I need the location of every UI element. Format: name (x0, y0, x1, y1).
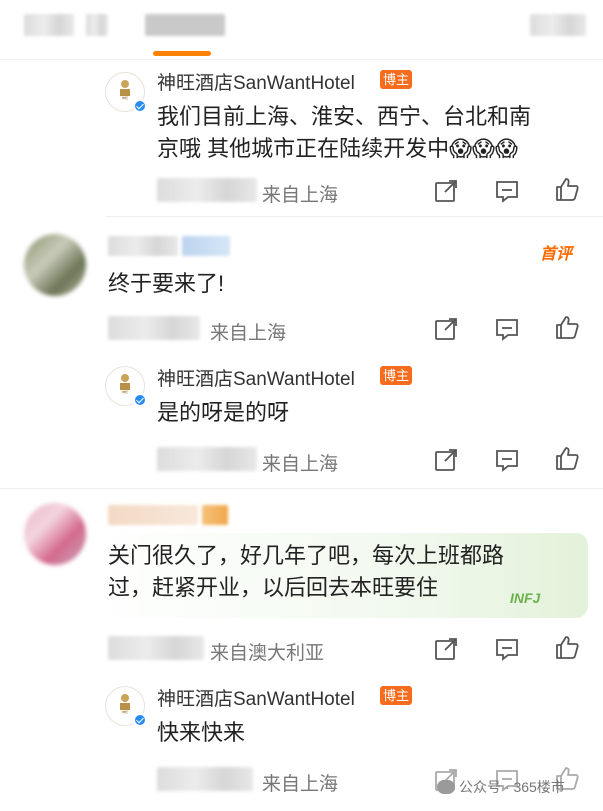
timestamp-blurred (157, 767, 253, 791)
like-icon[interactable] (554, 314, 580, 340)
tab-blurred-right[interactable] (530, 14, 586, 36)
hotel-avatar[interactable]: 神旺 (105, 686, 147, 727)
timestamp-blurred (108, 636, 204, 660)
section-divider (0, 488, 603, 498)
watermark: 公众号 · 365楼市 (437, 777, 565, 797)
active-tab-indicator (153, 51, 211, 56)
tab-blurred-active[interactable] (145, 14, 225, 36)
user-badge-blurred (182, 236, 230, 256)
svg-text:神旺: 神旺 (122, 709, 128, 714)
user-avatar-2[interactable] (24, 503, 86, 565)
infj-sticker: INFJ (510, 590, 541, 606)
divider (105, 216, 603, 217)
timestamp-blurred (157, 178, 257, 202)
location-text: 来自上海 (262, 454, 339, 475)
verified-icon (133, 99, 147, 113)
timestamp-blurred (157, 447, 257, 471)
location-text: 来自上海 (210, 323, 287, 344)
tab-blurred-2[interactable] (86, 14, 108, 36)
comment-icon[interactable] (494, 178, 520, 204)
hotel-name[interactable]: 神旺酒店SanWantHotel (157, 364, 355, 391)
comment-icon[interactable] (494, 636, 520, 662)
hotel-logo-icon: 神旺 (120, 80, 130, 100)
comment-icon[interactable] (494, 447, 520, 473)
location-text: 来自澳大利亚 (210, 643, 325, 664)
hotel-logo-icon: 神旺 (120, 694, 130, 714)
comment-text-line-2: 过，赶紧开业，以后回去本旺要住 (108, 575, 439, 600)
bozhu-badge: 博主 (380, 70, 413, 89)
share-icon[interactable] (433, 178, 459, 204)
share-icon[interactable] (433, 636, 459, 662)
svg-text:神旺: 神旺 (122, 95, 128, 100)
tab-blurred-1[interactable] (24, 14, 74, 36)
first-comment-badge: 首评 (540, 246, 573, 263)
hotel-avatar[interactable]: 神旺 (105, 366, 147, 407)
comment-text-line-1: 关门很久了，好几年了吧，每次上班都路 (108, 543, 505, 568)
comment-text: 终于要来了! (108, 271, 225, 296)
reply-text-line-1: 我们目前上海、淮安、西宁、台北和南 (157, 104, 532, 129)
username-blurred[interactable] (108, 505, 198, 525)
svg-text:神旺: 神旺 (122, 389, 128, 394)
like-icon[interactable] (554, 634, 580, 660)
comment-icon[interactable] (494, 316, 520, 342)
top-tab-bar (0, 0, 603, 60)
location-text: 来自上海 (262, 774, 339, 795)
reply-text: 快来快来 (157, 720, 246, 745)
hotel-name[interactable]: 神旺酒店SanWantHotel (157, 68, 355, 95)
user-avatar-1[interactable] (24, 234, 86, 296)
verified-icon (133, 393, 147, 407)
reply-text-line-2: 京哦 其他城市正在陆续开发中😱😱😱 (157, 136, 518, 161)
reply-text: 是的呀是的呀 (157, 400, 290, 425)
share-icon[interactable] (433, 447, 459, 473)
verified-icon (133, 713, 147, 727)
hotel-name[interactable]: 神旺酒店SanWantHotel (157, 684, 355, 711)
like-icon[interactable] (554, 445, 580, 471)
username-blurred[interactable] (108, 236, 178, 256)
hotel-avatar[interactable]: 神旺 (105, 72, 147, 113)
location-text: 来自上海 (262, 185, 339, 206)
bozhu-badge: 博主 (380, 366, 413, 385)
timestamp-blurred (108, 316, 200, 340)
like-icon[interactable] (554, 176, 580, 202)
hotel-logo-icon: 神旺 (120, 374, 130, 394)
watermark-text: 公众号 · 365楼市 (459, 779, 565, 795)
bozhu-badge: 博主 (380, 686, 413, 705)
share-icon[interactable] (433, 316, 459, 342)
user-badge-blurred (202, 505, 228, 525)
wechat-icon (437, 780, 455, 794)
